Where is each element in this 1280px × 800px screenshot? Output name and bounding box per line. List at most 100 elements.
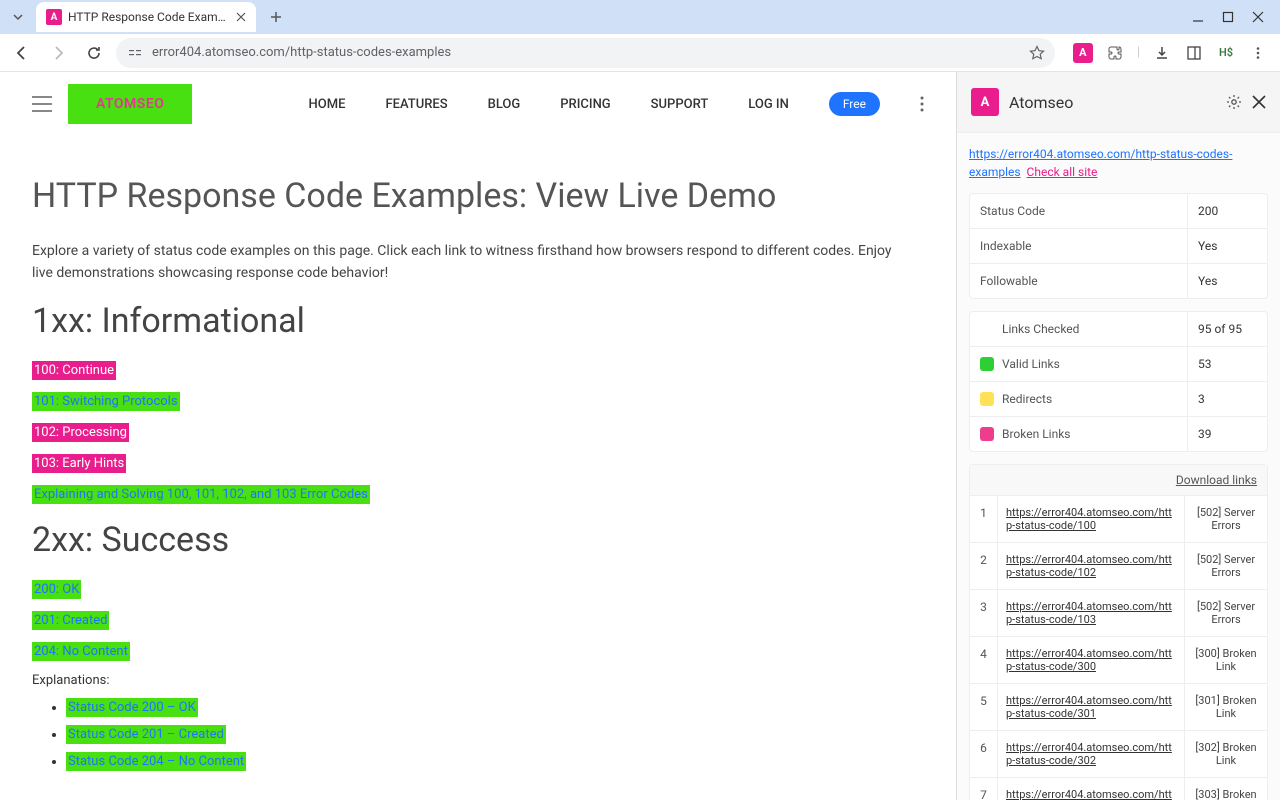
link-row-number: 5 xyxy=(970,684,998,730)
links-summary-table: Links Checked 95 of 95 Valid Links 53 Re… xyxy=(969,311,1268,452)
heading-1xx: 1xx: Informational xyxy=(32,301,924,341)
link-103[interactable]: 103: Early Hints xyxy=(32,454,126,473)
url-text: error404.atomseo.com/http-status-codes-e… xyxy=(152,45,1021,60)
nav-blog[interactable]: BLOG xyxy=(488,97,521,112)
link-row-url[interactable]: https://error404.atomseo.com/http-status… xyxy=(1006,694,1172,720)
favicon-atomseo: A xyxy=(46,9,62,25)
sidepanel-settings-icon[interactable] xyxy=(1226,94,1242,110)
nav-features[interactable]: FEATURES xyxy=(385,97,447,112)
check-all-site-link[interactable]: Check all site xyxy=(1027,165,1098,179)
sidepanel-close-icon[interactable] xyxy=(1252,95,1266,109)
browser-chrome: A HTTP Response Code Examples xyxy=(0,0,1280,72)
redirects-color-icon xyxy=(980,392,994,406)
link-100[interactable]: 100: Continue xyxy=(32,361,116,380)
sidepanel-body[interactable]: https://error404.atomseo.com/http-status… xyxy=(957,133,1280,800)
links-detail-table: Download links 1 https://error404.atomseo… xyxy=(969,464,1268,800)
tab-title: HTTP Response Code Examples xyxy=(68,10,230,24)
reload-button[interactable] xyxy=(80,39,108,67)
row-status-code: Status Code 200 xyxy=(970,194,1267,229)
link-row-status: [300] Broken Link xyxy=(1185,637,1267,683)
link-row-url[interactable]: https://error404.atomseo.com/http-status… xyxy=(1006,788,1172,800)
broken-links-color-icon xyxy=(980,427,994,441)
free-button[interactable]: Free xyxy=(829,92,880,116)
row-valid-links: Valid Links 53 xyxy=(970,347,1267,382)
atomseo-extension-icon[interactable]: A xyxy=(1073,43,1093,63)
new-tab-button[interactable] xyxy=(262,3,290,31)
link-row-status: [502] Server Errors xyxy=(1185,496,1267,542)
link-204[interactable]: 204: No Content xyxy=(32,642,130,661)
explanation-200[interactable]: Status Code 200 – OK xyxy=(66,698,198,717)
download-links-link[interactable]: Download links xyxy=(1176,473,1257,487)
link-row-url[interactable]: https://error404.atomseo.com/http-status… xyxy=(1006,506,1172,532)
link-row-number: 1 xyxy=(970,496,998,542)
explanation-204[interactable]: Status Code 204 – No Content xyxy=(66,752,246,771)
link-row-number: 2 xyxy=(970,543,998,589)
link-row-url[interactable]: https://error404.atomseo.com/http-status… xyxy=(1006,600,1172,626)
tab-close-icon[interactable] xyxy=(236,12,246,22)
atomseo-sidepanel: A Atomseo https://error404.atomseo.com/h… xyxy=(956,72,1280,800)
close-window-icon[interactable] xyxy=(1252,11,1264,23)
back-button[interactable] xyxy=(8,39,36,67)
nav-pricing[interactable]: PRICING xyxy=(560,97,610,112)
value-broken-links: 39 xyxy=(1187,417,1267,451)
status-summary-table: Status Code 200 Indexable Yes Followable… xyxy=(969,193,1268,299)
extensions-puzzle-icon[interactable] xyxy=(1105,43,1125,63)
link-row: 5 https://error404.atomseo.com/http-statu… xyxy=(970,684,1267,731)
address-bar[interactable]: error404.atomseo.com/http-status-codes-e… xyxy=(116,38,1055,68)
link-201[interactable]: 201: Created xyxy=(32,611,109,630)
link-102[interactable]: 102: Processing xyxy=(32,423,129,442)
profile-badge[interactable]: H$ xyxy=(1216,43,1236,63)
extension-icons: A | H$ xyxy=(1063,43,1272,63)
page-content[interactable]: ATOMSEO HOME FEATURES BLOG PRICING SUPPO… xyxy=(0,72,956,800)
sidepanel-toggle-icon[interactable] xyxy=(1184,43,1204,63)
nav-login[interactable]: LOG IN xyxy=(748,97,789,112)
hamburger-menu-icon[interactable] xyxy=(32,96,52,112)
window-controls xyxy=(1192,11,1274,23)
explanations-label: Explanations: xyxy=(32,673,924,688)
link-row-url[interactable]: https://error404.atomseo.com/http-status… xyxy=(1006,553,1172,579)
site-more-icon[interactable] xyxy=(920,96,924,112)
link-row-status: [502] Server Errors xyxy=(1185,590,1267,636)
site-logo[interactable]: ATOMSEO xyxy=(68,84,192,124)
site-nav: HOME FEATURES BLOG PRICING SUPPORT LOG I… xyxy=(309,92,924,116)
link-1xx-explanation[interactable]: Explaining and Solving 100, 101, 102, an… xyxy=(32,485,370,504)
link-101[interactable]: 101: Switching Protocols xyxy=(32,392,180,411)
label-indexable: Indexable xyxy=(970,229,1187,263)
link-row-number: 6 xyxy=(970,731,998,777)
link-row-url[interactable]: https://error404.atomseo.com/http-status… xyxy=(1006,647,1172,673)
bookmark-star-icon[interactable] xyxy=(1029,45,1045,61)
maximize-icon[interactable] xyxy=(1222,11,1234,23)
downloads-icon[interactable] xyxy=(1152,43,1172,63)
nav-support[interactable]: SUPPORT xyxy=(651,97,709,112)
link-row: 4 https://error404.atomseo.com/http-statu… xyxy=(970,637,1267,684)
explanation-201[interactable]: Status Code 201 – Created xyxy=(66,725,226,744)
link-row: 7https://error404.atomseo.com/http-statu… xyxy=(970,778,1267,800)
link-row: 2 https://error404.atomseo.com/http-statu… xyxy=(970,543,1267,590)
link-row-url[interactable]: https://error404.atomseo.com/http-status… xyxy=(1006,741,1172,767)
label-followable: Followable xyxy=(970,264,1187,298)
site-logo-text: ATOMSEO xyxy=(96,96,164,112)
label-redirects: Redirects xyxy=(1002,392,1052,406)
label-links-checked: Links Checked xyxy=(970,312,1187,346)
value-status-code: 200 xyxy=(1187,194,1267,228)
browser-toolbar: error404.atomseo.com/http-status-codes-e… xyxy=(0,34,1280,72)
browser-titlebar: A HTTP Response Code Examples xyxy=(0,0,1280,34)
link-row-status: [502] Server Errors xyxy=(1185,543,1267,589)
row-indexable: Indexable Yes xyxy=(970,229,1267,264)
browser-menu-icon[interactable] xyxy=(1248,43,1268,63)
forward-button[interactable] xyxy=(44,39,72,67)
sidepanel-header: A Atomseo xyxy=(957,72,1280,133)
site-header: ATOMSEO HOME FEATURES BLOG PRICING SUPPO… xyxy=(32,72,924,136)
nav-home[interactable]: HOME xyxy=(309,97,346,112)
minimize-icon[interactable] xyxy=(1192,11,1204,23)
link-row-number: 4 xyxy=(970,637,998,683)
tab-search-dropdown[interactable] xyxy=(6,5,30,29)
site-info-icon[interactable] xyxy=(126,44,144,62)
value-links-checked: 95 of 95 xyxy=(1187,312,1267,346)
sidepanel-page-url[interactable]: https://error404.atomseo.com/http-status… xyxy=(969,147,1232,179)
browser-tab[interactable]: A HTTP Response Code Examples xyxy=(36,2,256,32)
link-200[interactable]: 200: OK xyxy=(32,580,81,599)
sidepanel-url-row: https://error404.atomseo.com/http-status… xyxy=(969,145,1268,181)
row-broken-links: Broken Links 39 xyxy=(970,417,1267,451)
valid-links-color-icon xyxy=(980,357,994,371)
